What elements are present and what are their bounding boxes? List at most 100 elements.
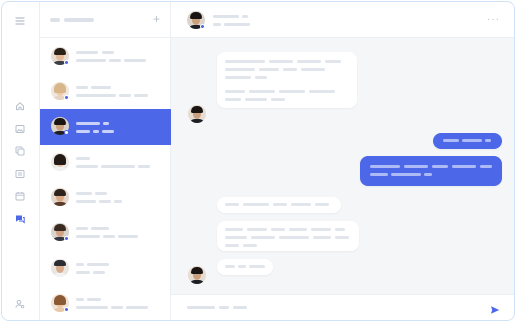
text-placeholder — [335, 228, 345, 231]
text-placeholder — [301, 68, 325, 71]
online-status-dot — [64, 130, 69, 135]
copy-icon[interactable] — [14, 145, 26, 157]
text-placeholder — [114, 200, 122, 203]
conversation-item[interactable] — [40, 251, 171, 287]
text-placeholder — [93, 271, 105, 274]
conversation-item[interactable] — [40, 180, 171, 216]
text-placeholder — [325, 60, 341, 63]
text-placeholder — [245, 98, 267, 101]
plus-icon[interactable]: + — [153, 13, 160, 25]
text-placeholder — [76, 86, 88, 89]
text-placeholder — [297, 60, 321, 63]
text-placeholder — [76, 122, 100, 125]
conversation-item-active[interactable] — [40, 109, 171, 145]
avatar-part — [54, 189, 66, 196]
avatar-part — [52, 273, 68, 277]
text-placeholder — [271, 98, 285, 101]
text-placeholder — [255, 76, 267, 79]
text-placeholder — [243, 203, 269, 206]
text-placeholder — [126, 306, 148, 309]
text-placeholder — [103, 122, 109, 125]
text-placeholder — [102, 51, 114, 54]
text-placeholder — [311, 228, 331, 231]
message-composer[interactable] — [171, 294, 514, 320]
conversation-item[interactable] — [40, 39, 171, 75]
message-bubble-incoming — [217, 52, 357, 108]
message-bubble-incoming — [217, 197, 341, 213]
list-icon[interactable] — [14, 168, 26, 180]
nav-rail — [2, 2, 40, 320]
text-placeholder — [251, 236, 275, 239]
text-placeholder — [91, 227, 109, 230]
text-placeholder — [279, 236, 309, 239]
avatar-part — [189, 119, 205, 123]
text-placeholder — [225, 244, 239, 247]
home-icon[interactable] — [14, 100, 26, 112]
chat-icon[interactable] — [14, 213, 26, 225]
more-icon[interactable]: ··· — [487, 14, 500, 25]
online-status-dot — [64, 60, 69, 65]
online-status-dot — [200, 24, 205, 29]
avatar-woman-dark-hair — [51, 153, 69, 171]
text-placeholder — [452, 165, 476, 168]
text-placeholder — [138, 165, 150, 168]
avatar-part — [54, 295, 66, 305]
text-placeholder — [219, 306, 229, 309]
message-bubble-incoming — [217, 221, 359, 251]
text-placeholder — [242, 15, 248, 18]
avatar-part — [52, 167, 68, 171]
text-placeholder — [225, 60, 265, 63]
avatar-part — [191, 106, 203, 113]
conversation-item[interactable] — [40, 286, 171, 320]
header-placeholder — [50, 18, 60, 22]
text-placeholder — [87, 263, 109, 266]
text-placeholder — [391, 173, 421, 176]
avatar-part — [190, 12, 202, 19]
text-placeholder — [225, 236, 247, 239]
avatar-part — [54, 224, 66, 231]
text-placeholder — [101, 165, 135, 168]
user-settings-icon[interactable] — [14, 298, 26, 310]
online-status-dot — [64, 95, 69, 100]
text-placeholder — [76, 227, 88, 230]
conversation-item[interactable] — [40, 215, 171, 251]
text-placeholder — [76, 165, 98, 168]
text-placeholder — [462, 139, 482, 142]
text-placeholder — [370, 173, 388, 176]
text-placeholder — [315, 203, 329, 206]
text-placeholder — [249, 265, 265, 268]
text-placeholder — [273, 203, 287, 206]
text-placeholder — [225, 203, 239, 206]
text-placeholder — [76, 235, 100, 238]
conversation-item[interactable] — [40, 145, 171, 181]
text-placeholder — [76, 298, 84, 301]
text-placeholder — [225, 98, 241, 101]
avatar-man-dark — [188, 105, 206, 123]
text-placeholder — [279, 90, 305, 93]
text-placeholder — [313, 236, 331, 239]
send-icon[interactable] — [490, 302, 500, 314]
avatar-part — [54, 260, 66, 266]
text-placeholder — [225, 265, 235, 268]
calendar-icon[interactable] — [14, 190, 26, 202]
avatar-part — [52, 202, 68, 206]
text-placeholder — [119, 94, 131, 97]
conversation-list-header: + — [40, 2, 170, 38]
conversation-item[interactable] — [40, 74, 171, 110]
text-placeholder — [76, 192, 92, 195]
menu-icon[interactable] — [14, 15, 26, 27]
text-placeholder — [259, 68, 279, 71]
image-icon[interactable] — [14, 123, 26, 135]
text-placeholder — [238, 265, 246, 268]
text-placeholder — [247, 228, 267, 231]
text-placeholder — [213, 23, 221, 26]
text-placeholder — [224, 23, 250, 26]
text-placeholder — [213, 15, 239, 18]
online-status-dot — [64, 307, 69, 312]
text-placeholder — [225, 228, 243, 231]
text-placeholder — [76, 263, 84, 266]
text-placeholder — [289, 228, 307, 231]
avatar-man-dark — [188, 266, 206, 284]
avatar-part — [54, 48, 66, 55]
text-placeholder — [225, 76, 251, 79]
